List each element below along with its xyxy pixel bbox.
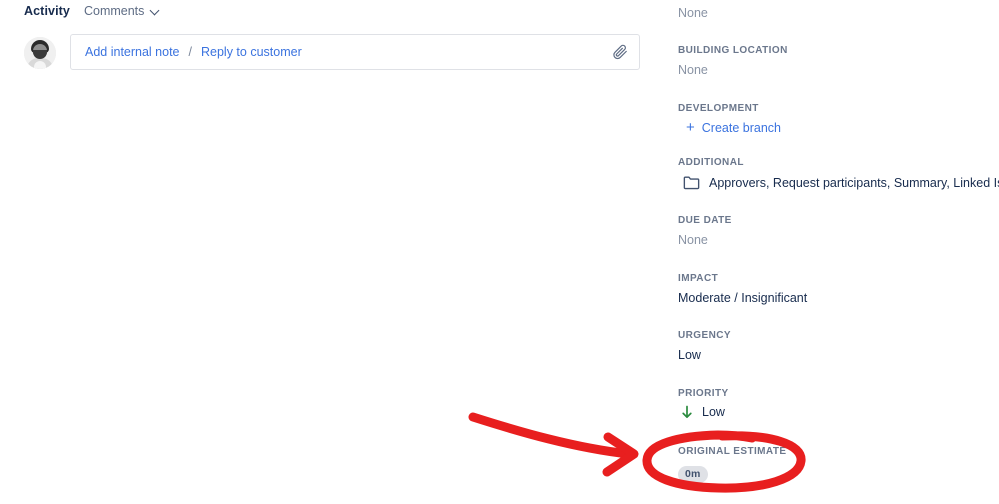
field-label: DUE DATE [678, 215, 732, 226]
field-label: URGENCY [678, 330, 731, 341]
field-label: PRIORITY [678, 388, 729, 399]
original-estimate-badge[interactable]: 0m [678, 466, 708, 483]
field-original-estimate: ORIGINAL ESTIMATE 0m [678, 446, 999, 483]
field-priority: PRIORITY Low [678, 388, 999, 419]
field-label: BUILDING LOCATION [678, 45, 788, 56]
field-label: DEVELOPMENT [678, 103, 759, 114]
field-value[interactable]: Low [678, 348, 999, 362]
field-value: Create branch [701, 120, 781, 135]
arrow-down-green-icon [681, 405, 693, 419]
comment-action-links: Add internal note / Reply to customer [85, 45, 302, 59]
ticket-detail-screen: Activity Comments Add internal note / Re… [0, 0, 999, 504]
comment-compose-row: Add internal note / Reply to customer [24, 34, 640, 70]
activity-heading: Activity [24, 4, 70, 18]
field-label: ADDITIONAL [678, 157, 744, 168]
field-value[interactable]: None [678, 233, 999, 247]
field-building-location: BUILDING LOCATION None [678, 45, 999, 77]
additional-fields-row[interactable]: Approvers, Request participants, Summary… [678, 175, 999, 190]
field-label: IMPACT [678, 273, 719, 284]
chevron-down-icon [151, 7, 160, 16]
avatar [24, 37, 56, 69]
activity-panel: Activity Comments Add internal note / Re… [0, 0, 670, 504]
comment-input-box[interactable]: Add internal note / Reply to customer [70, 34, 640, 70]
field-impact: IMPACT Moderate / Insignificant [678, 273, 999, 305]
field-value: Approvers, Request participants, Summary… [709, 175, 999, 190]
field-value[interactable]: Moderate / Insignificant [678, 291, 999, 305]
field-unlabeled: None [678, 6, 999, 20]
field-value[interactable]: None [678, 63, 999, 77]
field-urgency: URGENCY Low [678, 330, 999, 362]
field-due-date: DUE DATE None [678, 215, 999, 247]
priority-value-row[interactable]: Low [678, 405, 999, 419]
folder-icon [683, 175, 700, 190]
comment-action-separator: / [188, 45, 192, 59]
comments-filter-label: Comments [83, 4, 145, 18]
field-value: Low [702, 405, 725, 419]
activity-tab-bar: Activity Comments [24, 4, 160, 18]
field-value: None [678, 6, 708, 20]
comments-filter-dropdown[interactable]: Comments [84, 4, 160, 18]
create-branch-button[interactable]: + Create branch [678, 120, 999, 135]
field-development: DEVELOPMENT + Create branch [678, 103, 999, 135]
plus-icon: + [686, 119, 695, 136]
reply-to-customer-link[interactable]: Reply to customer [201, 45, 302, 59]
details-sidebar: None BUILDING LOCATION None DEVELOPMENT … [678, 0, 999, 504]
paperclip-icon[interactable] [612, 44, 628, 60]
add-internal-note-link[interactable]: Add internal note [85, 45, 180, 59]
field-additional: ADDITIONAL Approvers, Request participan… [678, 157, 999, 190]
field-label: ORIGINAL ESTIMATE [678, 446, 787, 457]
